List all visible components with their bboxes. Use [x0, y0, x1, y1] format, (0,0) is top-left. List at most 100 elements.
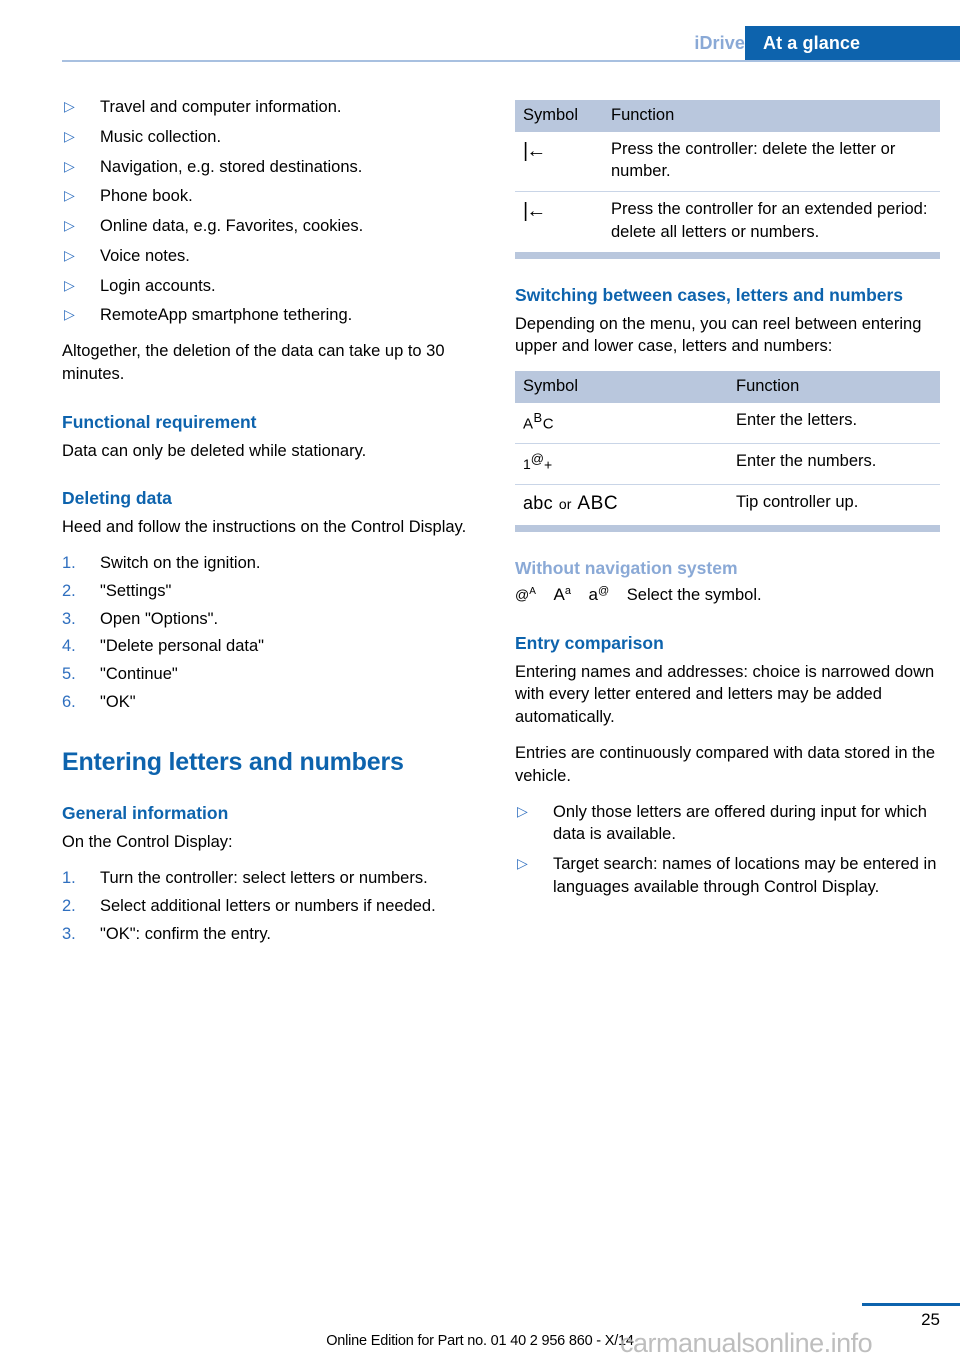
- functional-requirement-body: Data can only be deleted while stationar…: [62, 441, 367, 460]
- column-header-function: Function: [603, 100, 940, 132]
- altogether-paragraph: Altogether, the deletion of the data can…: [62, 342, 445, 383]
- table-row: 1@+ Enter the numbers.: [515, 443, 940, 485]
- step-number: 1.: [62, 554, 76, 573]
- list-item: 3. "OK": confirm the entry.: [62, 923, 487, 946]
- list-item: 1. Turn the controller: select letters or…: [62, 867, 487, 890]
- list-item-label: Navigation, e.g. stored destinations.: [100, 157, 363, 176]
- list-item-label: RemoteApp smartphone tethering.: [100, 306, 353, 325]
- column-header-function: Function: [728, 371, 940, 403]
- list-item: ▷ Only those letters are offered during i…: [515, 801, 940, 847]
- triangle-bullet-icon: ▷: [64, 127, 75, 144]
- list-item: ▷ Travel and computer information.: [62, 96, 487, 119]
- at-upper-symbol-icon: @A: [515, 585, 536, 605]
- backspace-glyph: |←: [523, 139, 546, 162]
- table-cell-function: Press the controller for an extended per…: [603, 191, 940, 252]
- backspace-glyph: |←: [523, 200, 546, 223]
- list-item-label: Phone book.: [100, 187, 193, 206]
- triangle-bullet-icon: ▷: [64, 276, 75, 293]
- step-label: Switch on the ignition.: [100, 554, 261, 573]
- switching-cases-heading: Switching between cases, letters and num…: [515, 284, 904, 305]
- case-toggle-symbol-icon: abc or ABC: [515, 483, 728, 525]
- list-item: ▷ Voice notes.: [62, 245, 487, 268]
- delete-symbol-table: Symbol Function |← Press the controller:…: [515, 100, 940, 252]
- lower-base: a: [588, 584, 599, 604]
- lower-sup: @: [598, 584, 610, 597]
- table-row: abc or ABC Tip controller up.: [515, 483, 940, 525]
- list-item-label: Target search: names of locations may be…: [553, 855, 937, 896]
- entering-letters-heading: Entering letters and numbers: [62, 747, 404, 776]
- upper-lower-symbol-icon: Aa: [553, 583, 570, 606]
- triangle-bullet-icon: ▷: [64, 217, 75, 234]
- list-item: ▷ Login accounts.: [62, 275, 487, 298]
- table-footer-bar: [515, 251, 940, 259]
- step-number: 4.: [62, 637, 76, 656]
- column-header-symbol: Symbol: [515, 100, 603, 132]
- left-column: ▷ Travel and computer information. ▷ Music…: [62, 96, 487, 958]
- step-number: 2.: [62, 896, 76, 915]
- table-cell-function: Press the controller: delete the letter …: [611, 139, 896, 181]
- entry-comparison-paragraph-2: Entries are continuously compared with d…: [515, 744, 936, 785]
- abc-b: B: [533, 409, 543, 425]
- number-glyph: 1@+: [523, 450, 552, 475]
- step-number: 3.: [62, 609, 76, 628]
- general-information-heading: General information: [62, 803, 229, 824]
- triangle-bullet-icon: ▷: [517, 802, 528, 819]
- header-chapter-label: At a glance: [745, 26, 960, 60]
- num-at: @: [530, 451, 544, 467]
- at-base: @: [515, 586, 530, 603]
- step-number: 1.: [62, 869, 76, 888]
- triangle-bullet-icon: ▷: [64, 187, 75, 204]
- list-item-label: Login accounts.: [100, 276, 216, 295]
- triangle-bullet-icon: ▷: [64, 157, 75, 174]
- step-label: Open "Options".: [100, 609, 219, 628]
- page-header: iDrive At a glance: [0, 26, 960, 60]
- list-item-label: Travel and computer information.: [100, 98, 342, 116]
- list-item: 3. Open "Options".: [62, 608, 487, 631]
- without-navigation-symbol-row: @A Aa a@ Select the symbol.: [515, 583, 940, 607]
- table-header-row: Symbol Function: [515, 100, 940, 132]
- footer-divider: [862, 1303, 960, 1306]
- list-item: ▷ Music collection.: [62, 126, 487, 149]
- list-item: ▷ Navigation, e.g. stored destinations.: [62, 156, 487, 179]
- without-navigation-text: Select the symbol.: [626, 585, 762, 604]
- upper-sup: a: [564, 584, 571, 597]
- table-cell-function: Enter the numbers.: [728, 443, 940, 485]
- general-information-body: On the Control Display:: [62, 833, 233, 852]
- step-number: 2.: [62, 581, 76, 600]
- backspace-symbol-icon: |←: [515, 132, 603, 192]
- deleting-data-heading: Deleting data: [62, 488, 172, 509]
- step-label: "Continue": [100, 665, 178, 684]
- step-label: Turn the controller: select letters or n…: [100, 869, 428, 888]
- general-information-steps: 1. Turn the controller: select letters or…: [62, 867, 487, 945]
- step-number: 3.: [62, 924, 76, 943]
- table-row: |← Press the controller: delete the lett…: [515, 132, 940, 192]
- list-item: 5. "Continue": [62, 663, 487, 686]
- list-item: 2. "Settings": [62, 580, 487, 603]
- list-item: 6. "OK": [62, 691, 487, 714]
- header-section-label: iDrive: [694, 33, 745, 53]
- header-divider: [62, 60, 960, 62]
- table-cell-function: Tip controller up.: [728, 483, 940, 525]
- list-item: 4. "Delete personal data": [62, 635, 487, 658]
- backspace-symbol-icon: |←: [515, 191, 603, 252]
- number-symbol-icon: 1@+: [515, 443, 728, 485]
- without-navigation-heading: Without navigation system: [515, 557, 738, 578]
- entry-comparison-heading: Entry comparison: [515, 632, 664, 653]
- step-label: "OK": [100, 693, 136, 712]
- step-label: "Settings": [100, 581, 172, 600]
- list-item: ▷ RemoteApp smartphone tethering.: [62, 304, 487, 327]
- list-item: ▷ Target search: names of locations may b…: [515, 853, 940, 899]
- table-row: |← Press the controller for an extended …: [515, 191, 940, 252]
- table-cell-function: Enter the letters.: [736, 410, 858, 429]
- deleting-data-steps: 1. Switch on the ignition. 2. "Settings" 3…: [62, 552, 487, 714]
- abc-mixed-glyph: ABC: [523, 409, 554, 435]
- entry-comparison-paragraph-1: Entering names and addresses: choice is …: [515, 662, 935, 727]
- right-column: Symbol Function |← Press the controller:…: [515, 96, 940, 912]
- table-row: ABC Enter the letters.: [515, 403, 940, 444]
- num-plus: +: [544, 456, 553, 473]
- num-one: 1: [523, 455, 531, 472]
- at-sup: A: [529, 586, 536, 598]
- deleted-data-bullet-list: ▷ Travel and computer information. ▷ Music…: [62, 96, 487, 327]
- step-label: Select additional letters or numbers if …: [100, 896, 436, 915]
- abc-a: A: [523, 415, 534, 433]
